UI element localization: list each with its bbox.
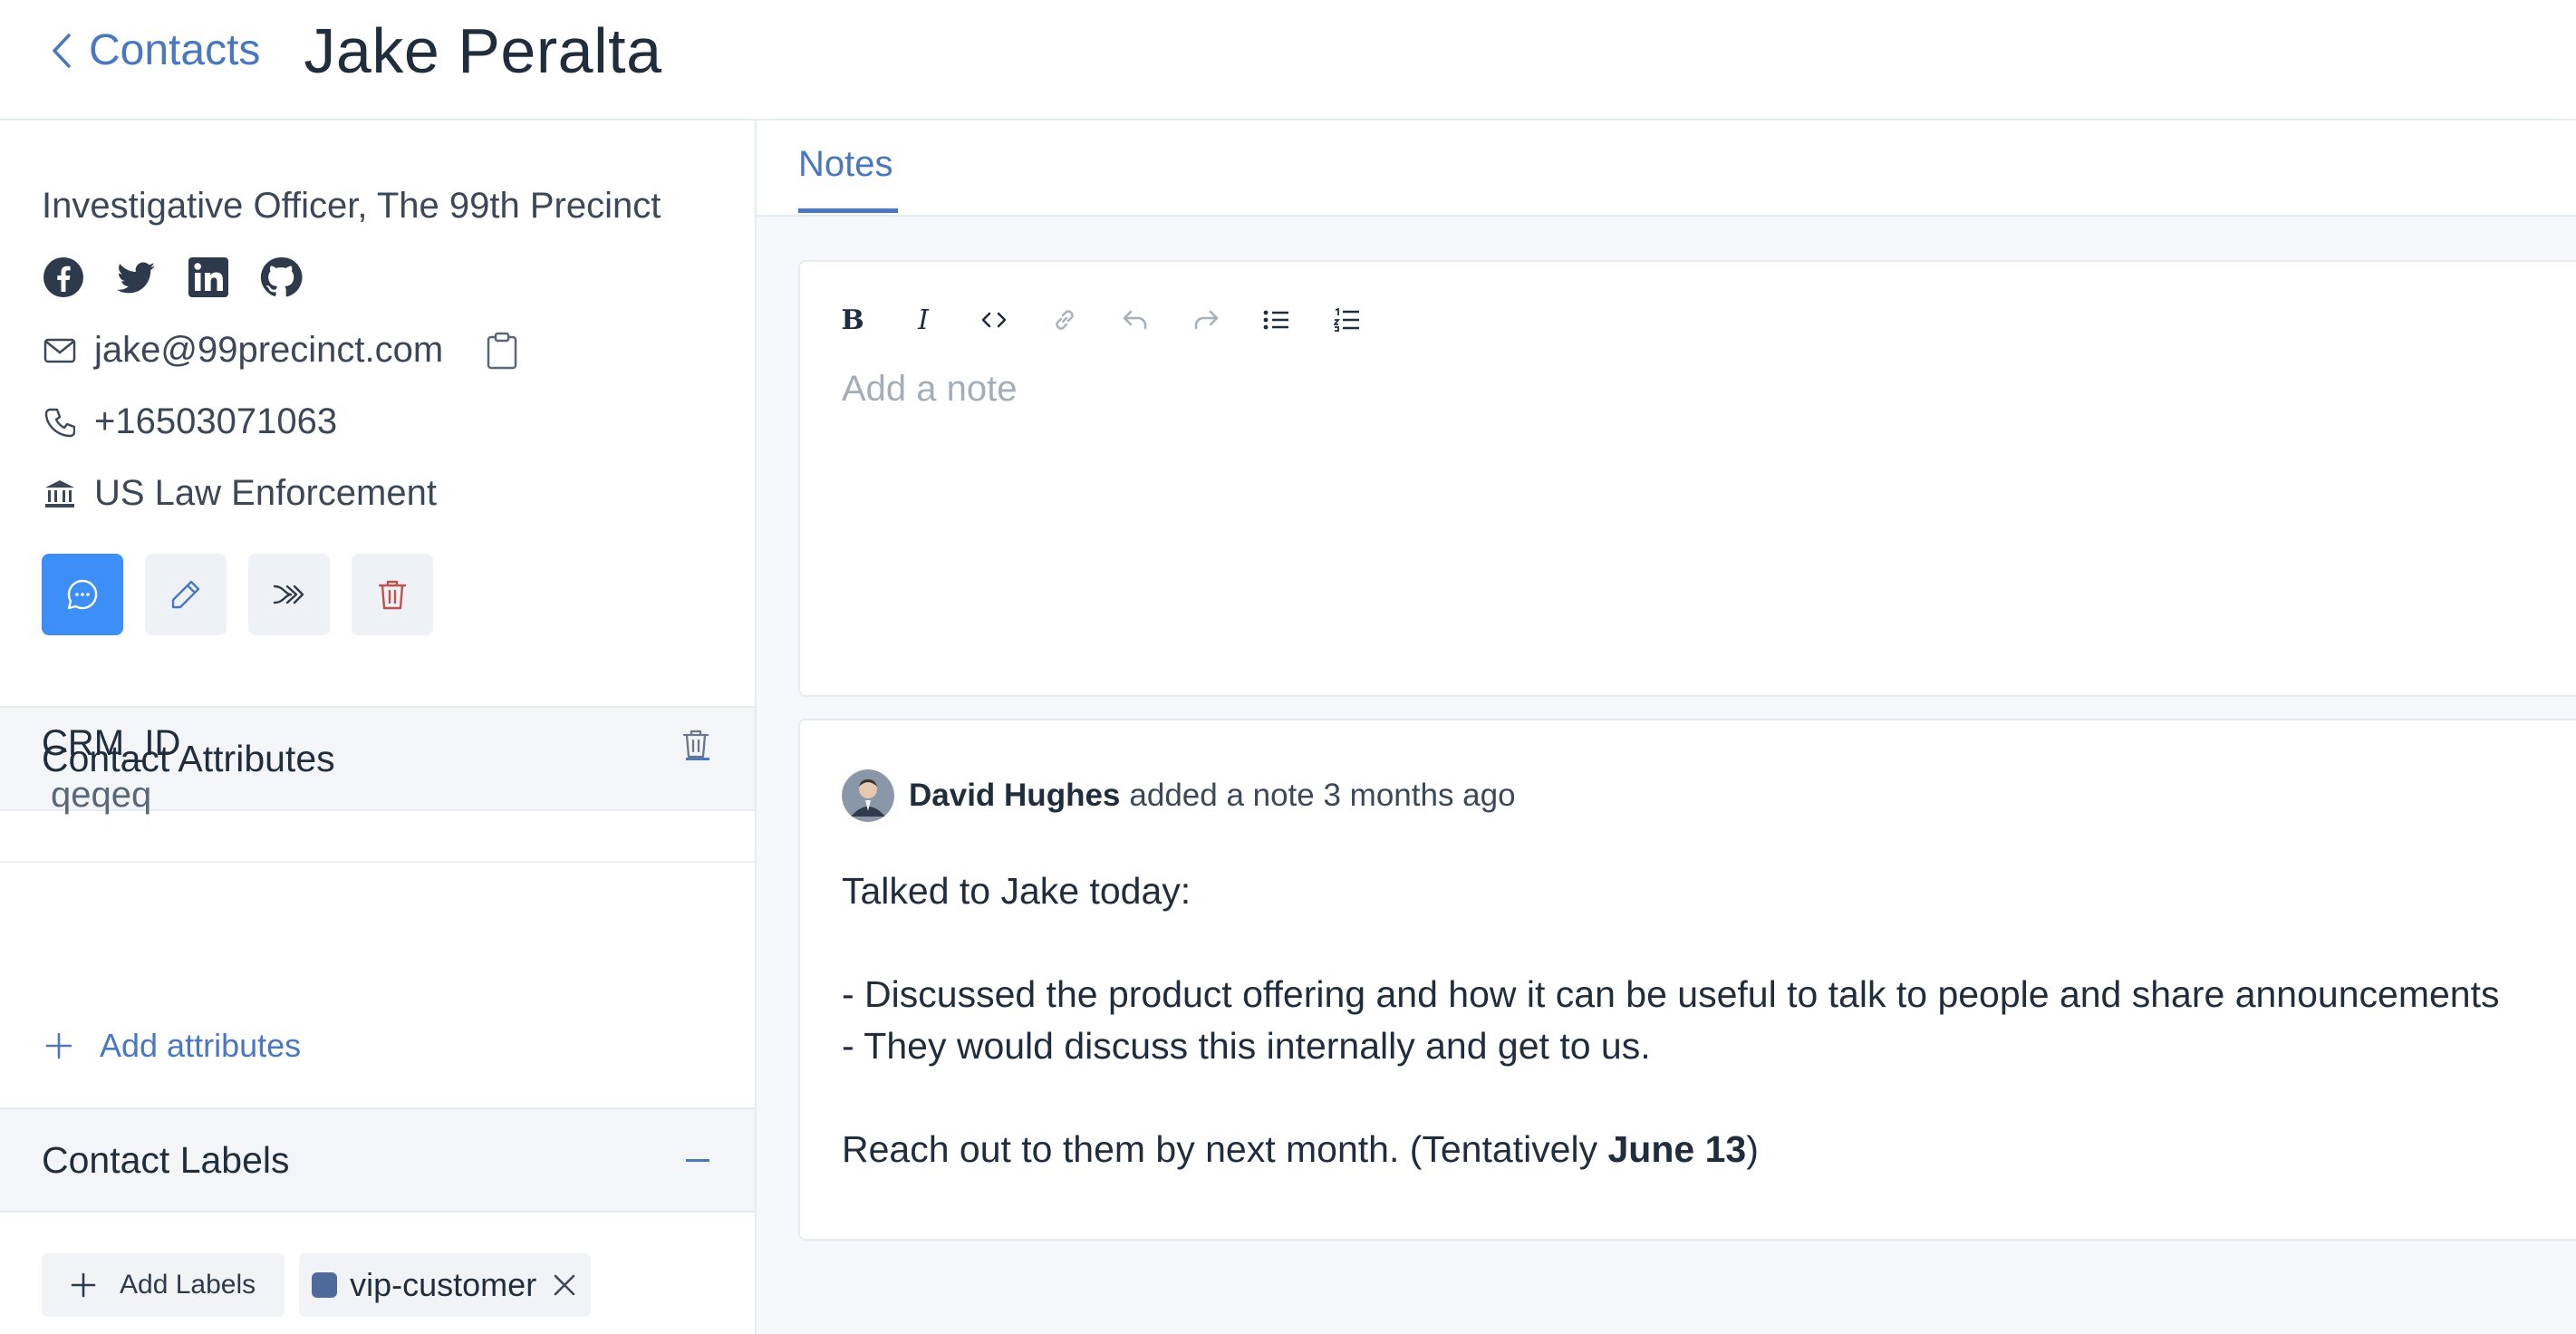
note-line [842, 1072, 2499, 1124]
note-line: - They would discuss this internally and… [842, 1025, 1651, 1067]
note-action: added a note 3 months ago [1129, 778, 1516, 813]
trash-icon[interactable] [682, 729, 709, 759]
back-to-contacts-link[interactable]: Contacts [51, 25, 260, 75]
github-icon[interactable] [259, 256, 303, 299]
label-color-swatch [312, 1272, 338, 1298]
contact-labels-title: Contact Labels [42, 1138, 290, 1181]
note-author: David Hughes [909, 778, 1121, 813]
label-name: vip-customer [350, 1266, 537, 1303]
contact-sidebar: Investigative Officer, The 99th Precinct… [0, 121, 757, 1334]
redo-button[interactable] [1188, 302, 1224, 338]
delete-contact-button[interactable] [352, 554, 433, 635]
clipboard-icon[interactable] [487, 332, 517, 370]
bullet-list-button[interactable] [1259, 302, 1295, 338]
undo-icon [1122, 308, 1149, 332]
company-value: US Law Enforcement [94, 473, 437, 513]
edit-contact-button[interactable] [145, 554, 227, 635]
plus-icon [45, 1032, 72, 1059]
merge-arrow-icon [273, 581, 305, 608]
trash-icon [378, 578, 407, 611]
page-header: Contacts Jake Peralta [0, 0, 2576, 121]
twitter-icon[interactable] [114, 256, 158, 299]
contact-actions [42, 554, 755, 635]
ordered-list-button[interactable] [1329, 302, 1365, 338]
collapse-minus-icon[interactable] [686, 1158, 709, 1162]
chat-bubble-icon [66, 578, 99, 611]
redo-icon [1192, 308, 1220, 332]
avatar [842, 769, 894, 822]
editor-toolbar: B I [835, 302, 1400, 338]
code-icon [981, 311, 1007, 329]
note-body: Talked to Jake today: - Discussed the pr… [842, 865, 2499, 1175]
phone-value[interactable]: +16503071063 [94, 401, 337, 442]
undo-button[interactable] [1117, 302, 1153, 338]
note-meta: David Hughes added a note 3 months ago [842, 769, 1516, 822]
bank-icon [42, 476, 78, 512]
contact-profile: Investigative Officer, The 99th Precinct… [0, 121, 755, 635]
back-link-label: Contacts [89, 26, 261, 74]
note-line: Talked to Jake today: [842, 870, 1192, 912]
label-chip: vip-customer [299, 1253, 592, 1317]
phone-row: +16503071063 [42, 401, 755, 442]
company-row: US Law Enforcement [42, 473, 755, 514]
new-conversation-button[interactable] [42, 554, 123, 635]
email-row: jake@99precinct.com [42, 330, 755, 371]
add-attributes-button[interactable]: Add attributes [45, 1027, 301, 1065]
attribute-item: CRM_ID qeqeq [0, 691, 755, 863]
note-line-text: Reach out to them by next month. (Tentat… [842, 1128, 1608, 1170]
note-line [842, 917, 2499, 969]
add-labels-button[interactable]: Add Labels [42, 1253, 285, 1317]
note-input[interactable] [842, 369, 2473, 641]
note-editor: B I [798, 260, 2576, 697]
linkedin-icon[interactable] [187, 256, 230, 299]
note-bold-date: June 13 [1607, 1128, 1747, 1170]
attribute-value: qeqeq [51, 775, 152, 815]
page-title: Jake Peralta [304, 14, 662, 86]
facebook-icon[interactable] [42, 256, 85, 299]
tab-notes[interactable]: Notes [798, 144, 893, 185]
contact-labels-header[interactable]: Contact Labels [0, 1107, 755, 1213]
link-button[interactable] [1047, 302, 1083, 338]
labels-row: Add Labels vip-customer [42, 1253, 592, 1317]
ordered-list-icon [1334, 308, 1361, 332]
social-links [42, 256, 755, 299]
job-title: Investigative Officer, The 99th Precinct [42, 186, 661, 226]
pencil-icon [169, 578, 202, 611]
note-line: Reach out to them by next month. (Tentat… [842, 1124, 2499, 1175]
close-icon[interactable] [553, 1273, 576, 1297]
bold-button[interactable]: B [835, 302, 871, 338]
mail-icon [42, 333, 78, 369]
italic-button[interactable]: I [905, 302, 941, 338]
main-panel: Notes B I Add a note David Hughes added … [757, 121, 2576, 1334]
chevron-left-icon [51, 32, 72, 70]
active-tab-indicator [798, 208, 898, 213]
tab-bar: Notes [757, 121, 2576, 217]
note-line: - Discussed the product offering and how… [842, 973, 2500, 1015]
link-icon [1051, 306, 1078, 334]
add-labels-label: Add Labels [120, 1270, 256, 1300]
bullet-list-icon [1263, 309, 1290, 331]
merge-contact-button[interactable] [248, 554, 330, 635]
email-value[interactable]: jake@99precinct.com [94, 330, 443, 371]
note-line-end: ) [1746, 1128, 1759, 1170]
plus-icon [71, 1272, 96, 1298]
code-button[interactable] [976, 302, 1012, 338]
note-card: David Hughes added a note 3 months ago Ta… [798, 719, 2576, 1241]
attribute-key: CRM_ID [42, 723, 181, 763]
phone-icon [42, 404, 78, 440]
add-attributes-label: Add attributes [100, 1027, 302, 1064]
